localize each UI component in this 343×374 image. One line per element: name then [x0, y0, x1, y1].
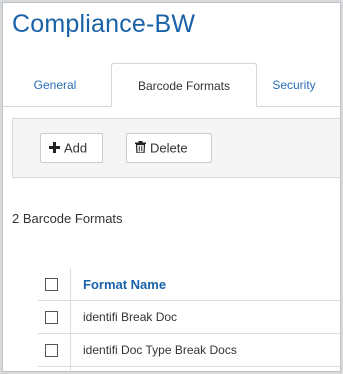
tab-barcode-formats[interactable]: Barcode Formats	[111, 63, 257, 107]
format-name-cell: identifi Break Doc	[83, 310, 178, 324]
table-header-row: Format Name	[38, 268, 340, 301]
tab-security[interactable]: Security	[257, 63, 331, 107]
select-all-checkbox[interactable]	[45, 278, 58, 291]
delete-button-label: Delete	[150, 140, 188, 156]
trash-icon	[135, 135, 146, 163]
row-checkbox[interactable]	[45, 344, 58, 357]
toolbar: Add Delete	[12, 118, 340, 178]
row-checkbox[interactable]	[45, 311, 58, 324]
table-row[interactable]: identifi Break Doc	[38, 301, 340, 334]
column-header-format-name[interactable]: Format Name	[83, 268, 166, 301]
delete-button[interactable]: Delete	[126, 133, 212, 163]
page-title: Compliance-BW	[12, 10, 196, 38]
table-row[interactable]: identifi Doc Type Break Docs	[38, 334, 340, 367]
app-window: Compliance-BW General Barcode Formats Se…	[2, 2, 341, 372]
add-button-label: Add	[64, 140, 88, 156]
tab-general[interactable]: General	[21, 63, 89, 107]
tab-bar: General Barcode Formats Security	[3, 63, 340, 107]
record-count: 2 Barcode Formats	[12, 211, 123, 226]
format-name-cell: identifi Doc Type Break Docs	[83, 343, 237, 357]
plus-icon	[49, 135, 60, 163]
add-button[interactable]: Add	[40, 133, 103, 163]
